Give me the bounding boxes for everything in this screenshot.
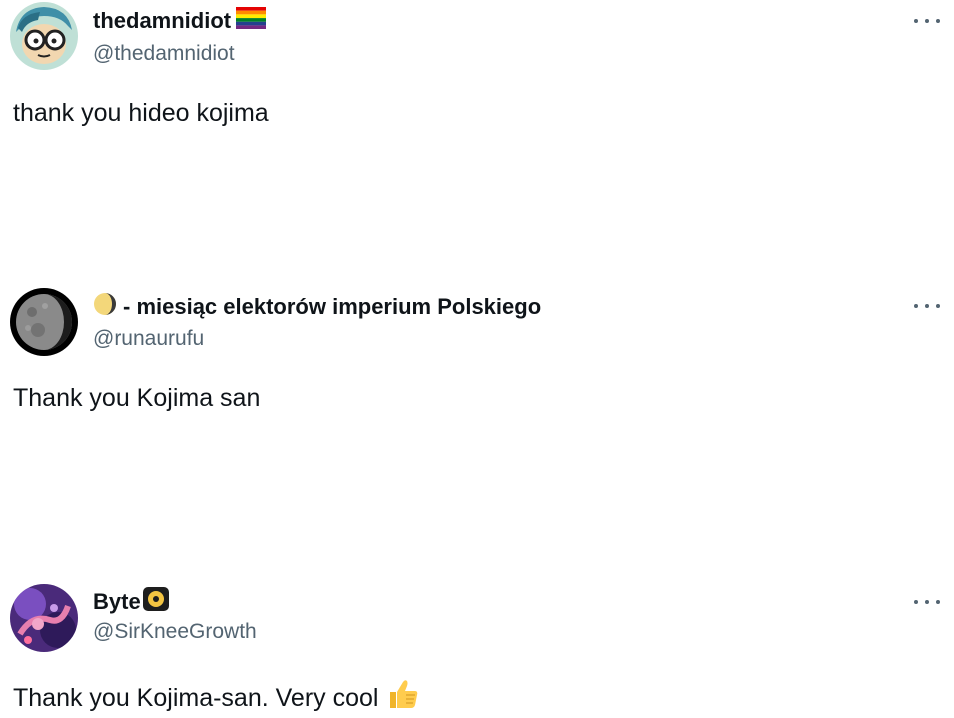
more-options-button[interactable] — [914, 301, 940, 311]
purple-abstract-avatar-icon — [10, 584, 78, 652]
tweet-text-content: Thank you Kojima san — [13, 384, 261, 412]
avatar[interactable] — [10, 288, 78, 356]
avatar[interactable] — [10, 584, 78, 652]
tweet-text-content: Thank you Kojima-san. Very cool — [13, 683, 379, 712]
crescent-moon-icon — [93, 292, 117, 322]
more-dot-icon — [914, 304, 918, 308]
user-handle[interactable]: @SirKneeGrowth — [93, 620, 257, 644]
moon-avatar-icon — [10, 288, 78, 356]
more-options-button[interactable] — [914, 597, 940, 607]
more-dot-icon — [914, 600, 918, 604]
tweet-text: thank you hideo kojima — [13, 98, 269, 128]
display-name[interactable]: - miesiąc elektorów imperium Polskiego — [123, 294, 541, 320]
user-handle[interactable]: @thedamnidiot — [93, 42, 235, 66]
more-dot-icon — [936, 19, 940, 23]
tweet-3: Byte @SirKneeGrowth Thank you Kojima-san… — [0, 582, 954, 717]
more-dot-icon — [936, 304, 940, 308]
more-options-button[interactable] — [914, 16, 940, 26]
cartoon-glasses-avatar-icon — [10, 2, 78, 70]
user-handle[interactable]: @runaurufu — [93, 327, 204, 351]
badge-icon — [142, 587, 169, 617]
more-dot-icon — [914, 19, 918, 23]
display-name[interactable]: thedamnidiot — [93, 8, 231, 34]
display-name-row[interactable]: - miesiąc elektorów imperium Polskiego — [93, 292, 541, 322]
tweet-1: thedamnidiot @thedamnidiot thank you hid… — [0, 0, 954, 150]
tweet-text: Thank you Kojima san — [13, 383, 260, 413]
more-dot-icon — [936, 600, 940, 604]
rainbow-flag-icon — [236, 7, 267, 35]
more-dot-icon — [925, 19, 929, 23]
tweet-text-content: thank you hideo kojima — [13, 99, 269, 127]
display-name-row[interactable]: Byte — [93, 587, 169, 617]
more-dot-icon — [925, 304, 929, 308]
avatar[interactable] — [10, 2, 78, 70]
thumbs-up-icon — [386, 677, 420, 718]
tweet-text: Thank you Kojima-san. Very cool — [13, 677, 420, 718]
display-name-row[interactable]: thedamnidiot — [93, 7, 267, 35]
display-name[interactable]: Byte — [93, 589, 141, 615]
more-dot-icon — [925, 600, 929, 604]
tweet-2: - miesiąc elektorów imperium Polskiego @… — [0, 286, 954, 436]
